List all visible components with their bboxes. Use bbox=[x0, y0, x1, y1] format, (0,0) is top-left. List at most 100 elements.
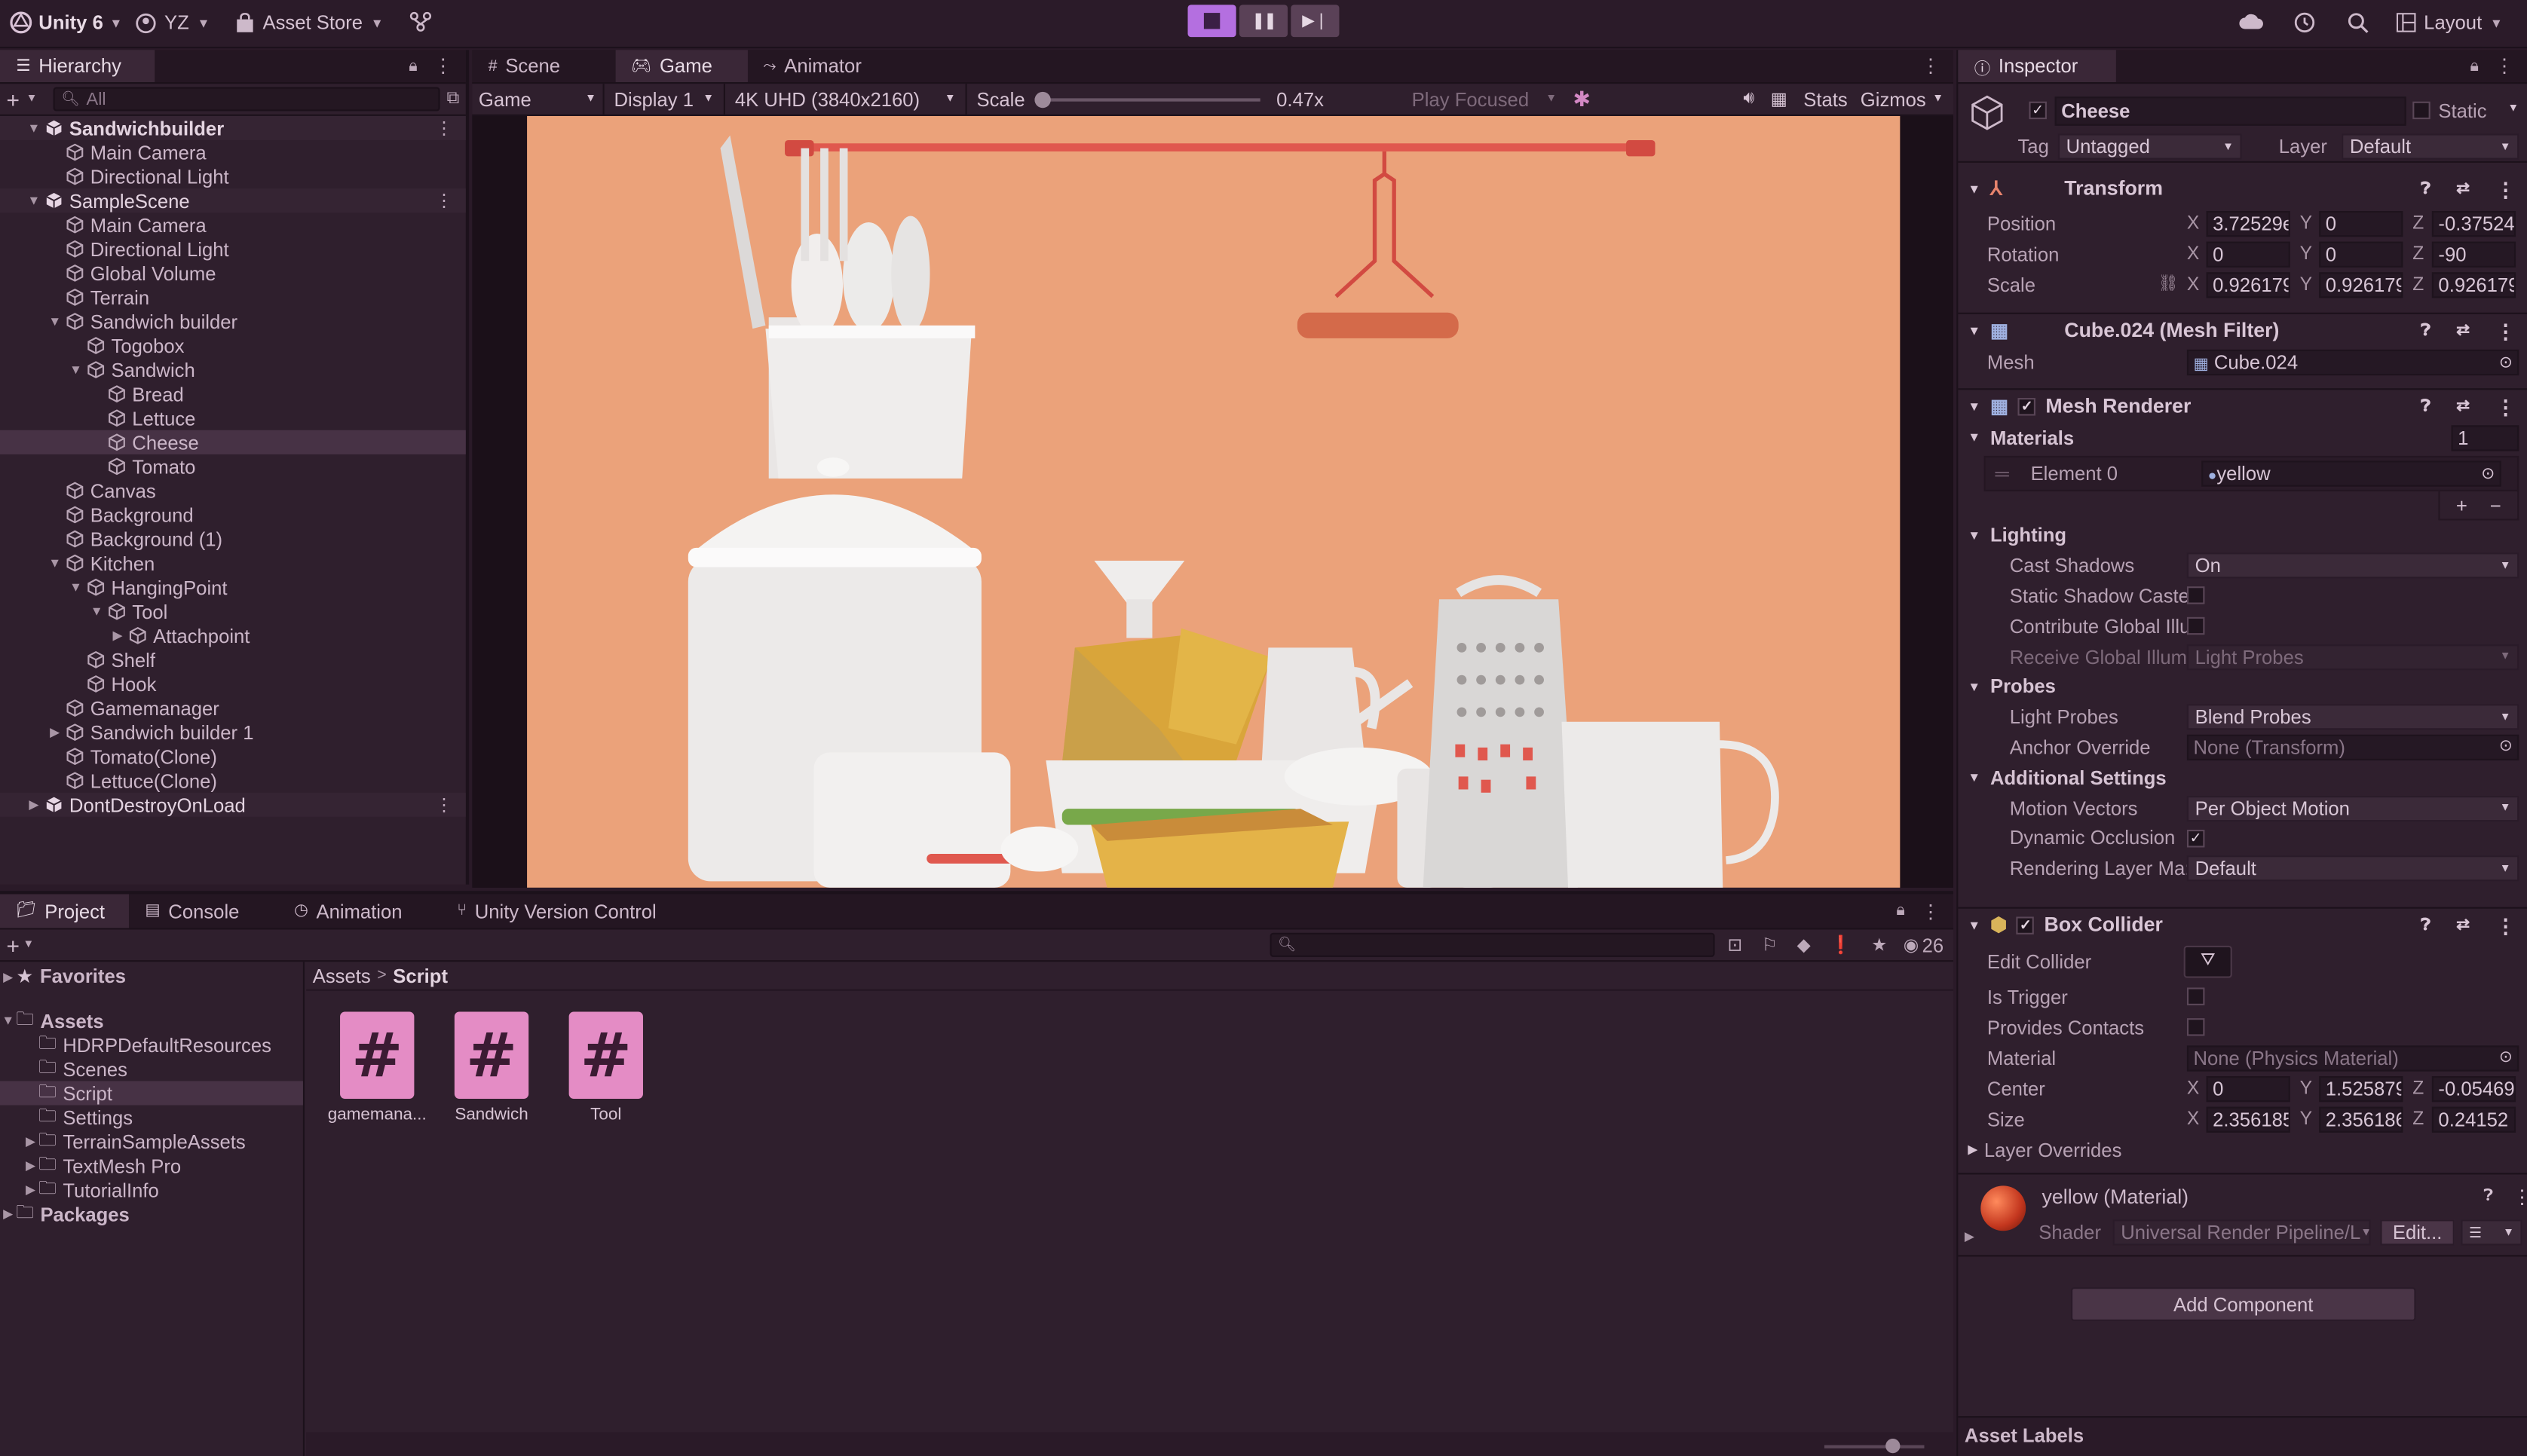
preset-icon[interactable]: ⇄ bbox=[2456, 916, 2470, 934]
mesh-field[interactable]: ▦ Cube.024 ⊙ bbox=[2186, 349, 2519, 376]
hierarchy-item[interactable]: ▼ Sandwich builder bbox=[0, 309, 466, 333]
box-collider-enabled-checkbox[interactable]: ✓ bbox=[2017, 916, 2035, 934]
scale-slider[interactable]: Scale 0.47x bbox=[967, 84, 1402, 115]
object-name-field[interactable]: Cheese bbox=[2054, 96, 2406, 126]
expanded-arrow-icon[interactable]: ▼ bbox=[47, 556, 63, 570]
shader-dropdown[interactable]: Universal Render Pipeline/L ▼ bbox=[2112, 1219, 2371, 1246]
hierarchy-item[interactable]: Background (1) bbox=[0, 527, 466, 551]
account-menu[interactable]: YZ ▼ bbox=[136, 11, 210, 34]
hierarchy-item[interactable]: Background bbox=[0, 503, 466, 527]
scale-x-field[interactable]: 0.926179 bbox=[2206, 271, 2290, 298]
hierarchy-item[interactable]: Lettuce bbox=[0, 406, 466, 430]
expanded-arrow-icon[interactable]: ▼ bbox=[68, 362, 84, 377]
game-viewport[interactable] bbox=[472, 115, 1953, 888]
scale-thumb[interactable] bbox=[1034, 90, 1051, 108]
cast-shadows-dropdown[interactable]: On ▼ bbox=[2186, 552, 2519, 579]
mesh-renderer-enabled-checkbox[interactable]: ✓ bbox=[2018, 396, 2036, 415]
link-icon[interactable]: ⛓ bbox=[2158, 276, 2186, 294]
more-options-icon[interactable]: ⋮ bbox=[1921, 900, 1940, 922]
contribute-gi-checkbox[interactable] bbox=[2186, 617, 2205, 635]
receive-gi-dropdown[interactable]: Light Probes ▼ bbox=[2186, 644, 2519, 670]
position-y-field[interactable]: 0 bbox=[2319, 210, 2403, 237]
hierarchy-item[interactable]: Terrain bbox=[0, 285, 466, 309]
script-asset-item[interactable]: # Tool bbox=[568, 1011, 643, 1124]
pause-button[interactable]: ❚❚ bbox=[1239, 5, 1288, 38]
add-icon[interactable]: + bbox=[7, 932, 20, 958]
rotation-y-field[interactable]: 0 bbox=[2319, 240, 2403, 267]
view-dropdown[interactable]: Game ▼ bbox=[472, 84, 605, 115]
hierarchy-item[interactable]: ▶ Attachpoint bbox=[0, 623, 466, 647]
lighting-foldout[interactable]: ▼ Lighting bbox=[1958, 520, 2527, 550]
help-icon[interactable]: ❓︎ bbox=[2421, 321, 2431, 339]
tab-inspector[interactable]: ⓘ Inspector bbox=[1958, 50, 2116, 83]
layout-menu[interactable]: Layout ▼ bbox=[2396, 11, 2503, 34]
stats-button[interactable]: Stats bbox=[1803, 88, 1847, 111]
transform-header[interactable]: ▼ ⅄ Transform ❓︎ ⇄ ⋮ bbox=[1958, 173, 2527, 205]
shader-options-dropdown[interactable]: ☰ ▼ bbox=[2461, 1219, 2522, 1246]
search-by-type-icon[interactable]: ⊡ bbox=[1727, 934, 1742, 956]
size-x-field[interactable]: 2.356185 bbox=[2206, 1106, 2290, 1132]
tab-project[interactable]: 📁︎ Project bbox=[0, 894, 130, 928]
lock-icon[interactable]: 🔒︎ bbox=[1896, 902, 1904, 920]
tag-icon[interactable]: ◆ bbox=[1797, 934, 1811, 956]
layer-dropdown[interactable]: Default ▼ bbox=[2342, 133, 2519, 160]
collapsed-arrow-icon[interactable]: ▶ bbox=[109, 629, 125, 643]
material-field[interactable]: ●yellow ⊙ bbox=[2201, 460, 2501, 487]
edit-shader-button[interactable]: Edit... bbox=[2380, 1219, 2455, 1246]
icon-size-thumb[interactable] bbox=[1885, 1439, 1901, 1454]
more-options-icon[interactable]: ⋮ bbox=[2495, 318, 2516, 342]
probes-foldout[interactable]: ▼ Probes bbox=[1958, 671, 2527, 702]
star-icon[interactable]: ★ bbox=[1871, 934, 1887, 956]
size-y-field[interactable]: 2.356186 bbox=[2319, 1106, 2403, 1132]
size-z-field[interactable]: 0.24152 bbox=[2431, 1106, 2516, 1132]
more-options-icon[interactable]: ⋮ bbox=[2495, 176, 2516, 200]
active-checkbox[interactable]: ✓ bbox=[2029, 101, 2047, 120]
hierarchy-search-input[interactable]: 🔍︎ All bbox=[53, 87, 440, 112]
hierarchy-item[interactable]: Canvas bbox=[0, 479, 466, 503]
object-picker-icon[interactable]: ⊙ bbox=[2499, 353, 2513, 372]
chevron-down-icon[interactable]: ▼ bbox=[26, 93, 38, 105]
script-asset-item[interactable]: # Sandwich bbox=[454, 1011, 529, 1124]
tag-dropdown[interactable]: Untagged ▼ bbox=[2057, 133, 2242, 160]
physics-material-field[interactable]: None (Physics Material) ⊙ bbox=[2186, 1045, 2519, 1071]
hierarchy-item[interactable]: ▼ Sandwich bbox=[0, 358, 466, 382]
display-dropdown[interactable]: Display 1 ▼ bbox=[605, 84, 725, 115]
hierarchy-item[interactable]: ▼ HangingPoint bbox=[0, 575, 466, 599]
rotation-x-field[interactable]: 0 bbox=[2206, 240, 2290, 267]
play-stop-button[interactable] bbox=[1187, 5, 1236, 38]
rendering-layer-mask-dropdown[interactable]: Default ▼ bbox=[2186, 855, 2519, 882]
is-trigger-checkbox[interactable] bbox=[2186, 987, 2205, 1005]
motion-vectors-dropdown[interactable]: Per Object Motion ▼ bbox=[2186, 795, 2519, 821]
hierarchy-item[interactable]: Cheese bbox=[0, 430, 466, 454]
hierarchy-item[interactable]: ▼ Kitchen bbox=[0, 551, 466, 575]
bug-icon[interactable]: ✱ bbox=[1573, 86, 1590, 112]
edit-collider-button[interactable]: ⛛ bbox=[2183, 944, 2232, 977]
collapsed-arrow-icon[interactable]: ▶ bbox=[47, 725, 63, 739]
hierarchy-scene-item[interactable]: ▼ Sandwichbuilder ⋮ bbox=[0, 115, 466, 140]
add-element-button[interactable]: + bbox=[2456, 494, 2467, 516]
mute-audio-icon[interactable]: 🔊︎ bbox=[1743, 89, 1754, 110]
gizmos-button[interactable]: Gizmos bbox=[1861, 88, 1926, 111]
object-picker-icon[interactable]: ⊙ bbox=[2481, 465, 2495, 483]
version-control-icon[interactable] bbox=[409, 10, 432, 37]
mesh-filter-header[interactable]: ▼ ▦ Cube.024 (Mesh Filter) ❓︎ ⇄ ⋮ bbox=[1958, 314, 2527, 347]
hierarchy-item[interactable]: Directional Light bbox=[0, 237, 466, 261]
tab-game[interactable]: 🎮︎ Game bbox=[614, 50, 748, 83]
unity-menu[interactable]: Unity 6 ▼ bbox=[10, 11, 123, 34]
help-icon[interactable]: ❓︎ bbox=[2421, 179, 2431, 197]
play-focused-dropdown[interactable]: Play Focused ▼ bbox=[1402, 84, 1567, 115]
filter-label-icon[interactable]: ⚐ bbox=[1762, 934, 1778, 956]
help-icon[interactable]: ❓︎ bbox=[2421, 397, 2431, 415]
center-x-field[interactable]: 0 bbox=[2206, 1075, 2290, 1102]
hierarchy-item[interactable]: Global Volume bbox=[0, 261, 466, 285]
hierarchy-item[interactable]: Lettuce(Clone) bbox=[0, 769, 466, 793]
history-icon[interactable] bbox=[2293, 11, 2316, 38]
project-folder-item[interactable]: ▶ 🗀 TutorialInfo bbox=[0, 1178, 303, 1202]
position-z-field[interactable]: -0.37524 bbox=[2431, 210, 2516, 237]
tab-version-control[interactable]: ⑂ Unity Version Control bbox=[441, 894, 672, 928]
cloud-icon[interactable] bbox=[2238, 11, 2264, 35]
preset-icon[interactable]: ⇄ bbox=[2456, 179, 2470, 197]
chevron-down-icon[interactable]: ▼ bbox=[1932, 93, 1943, 105]
more-options-icon[interactable]: ⋮ bbox=[433, 55, 453, 78]
hierarchy-scene-item[interactable]: ▼ SampleScene ⋮ bbox=[0, 188, 466, 213]
